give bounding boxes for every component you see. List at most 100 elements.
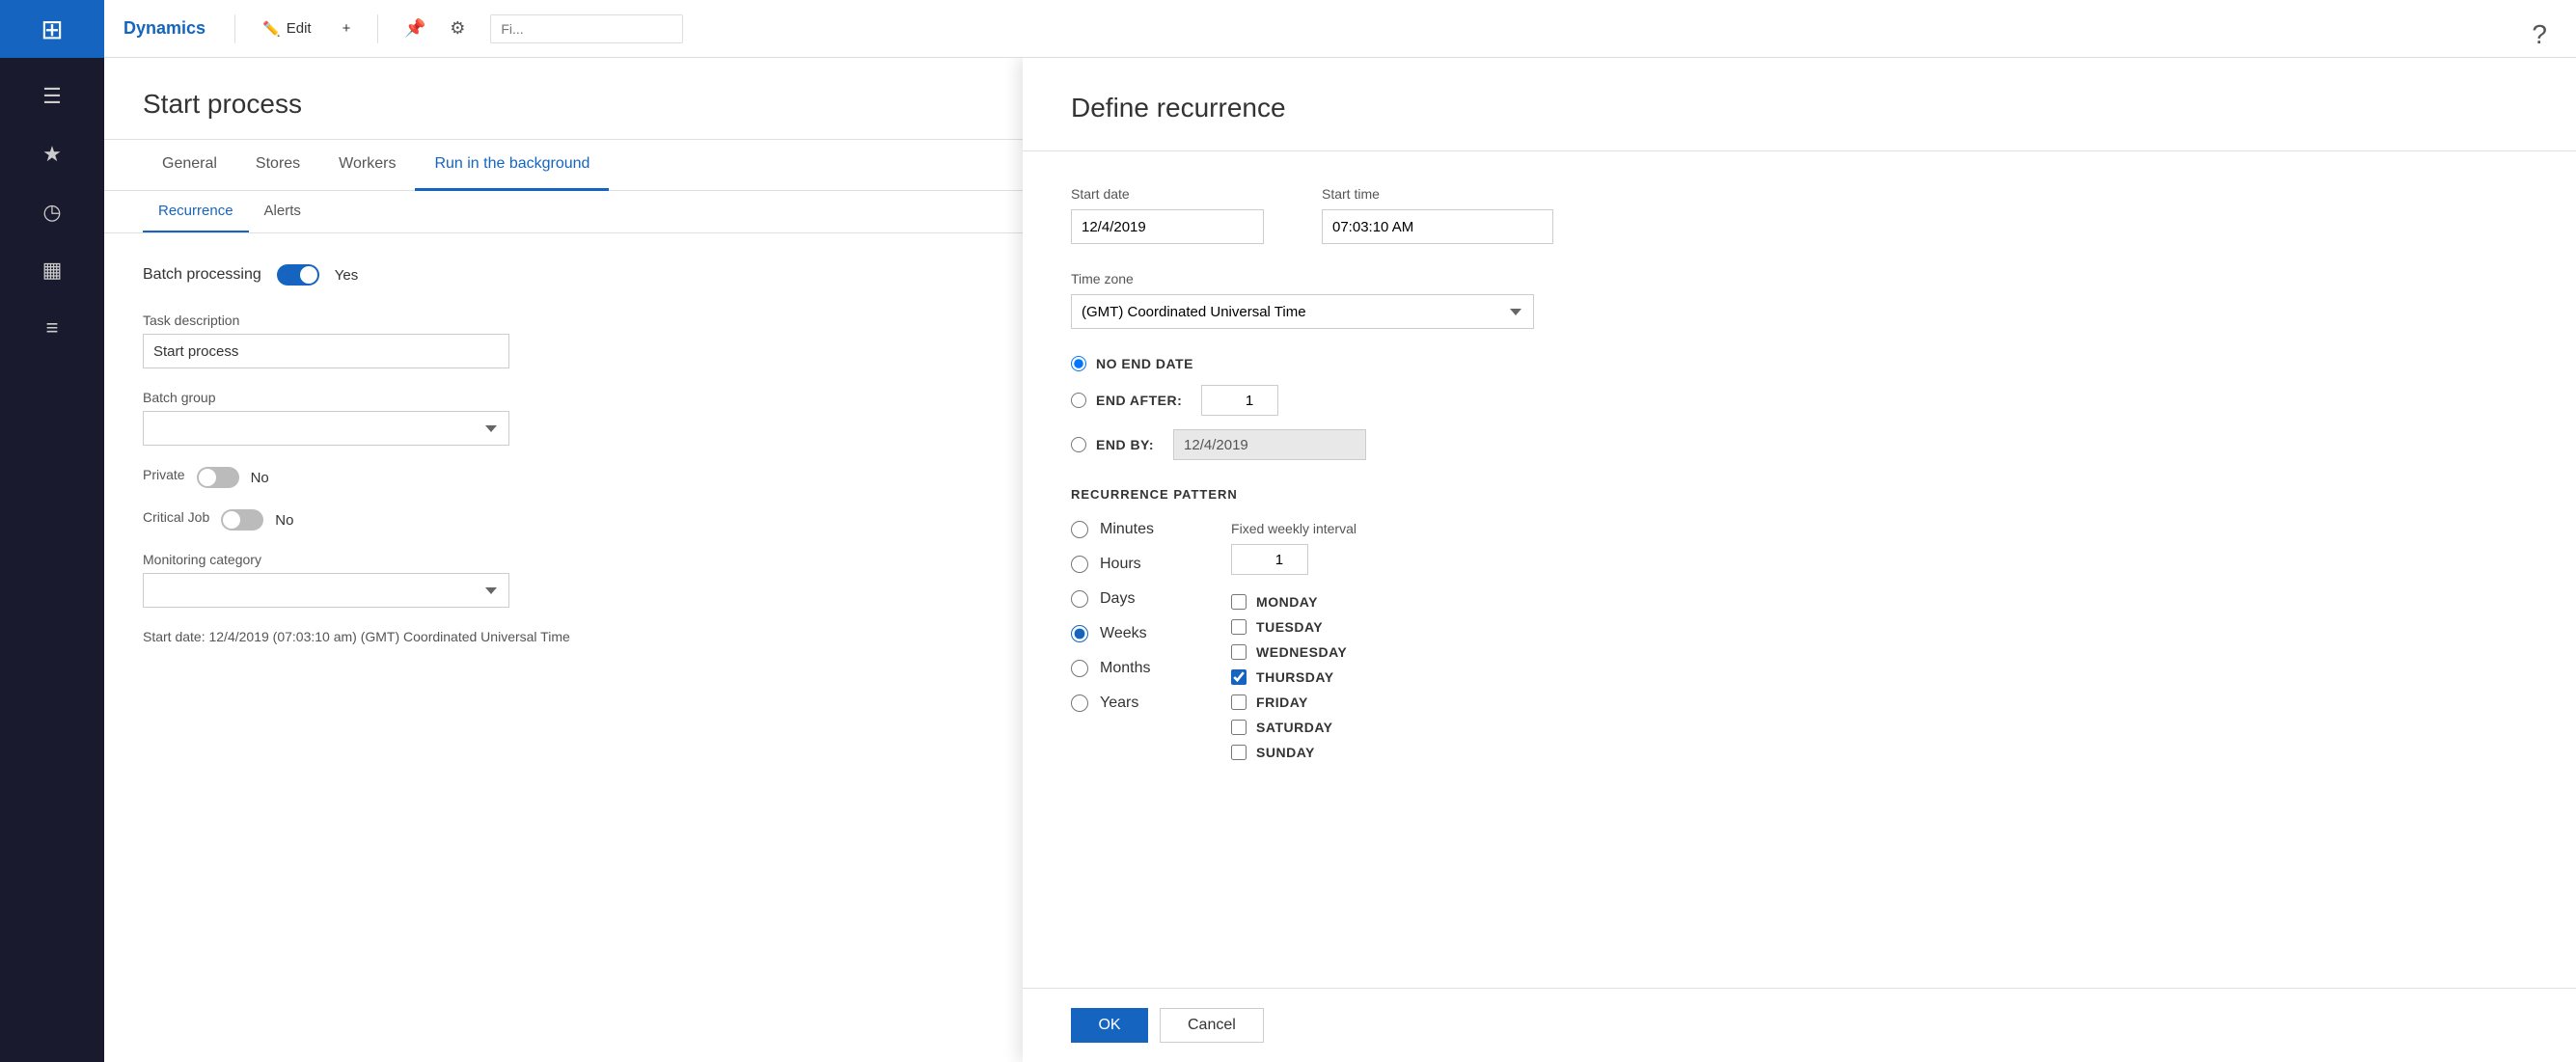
dynamics-label: Dynamics [123,18,206,39]
time-zone-select[interactable]: (GMT) Coordinated Universal Time [1071,294,1534,329]
day-saturday-text: SATURDAY [1256,720,1332,735]
tab-general[interactable]: General [143,140,236,191]
pattern-days-text: Days [1100,590,1135,608]
day-wednesday-label[interactable]: WEDNESDAY [1231,644,1357,660]
no-end-date-radio[interactable] [1071,356,1086,371]
day-thursday-label[interactable]: THURSDAY [1231,669,1357,685]
pattern-months-radio[interactable] [1071,660,1088,677]
end-by-radio[interactable] [1071,437,1086,452]
pattern-months-text: Months [1100,660,1150,677]
task-description-input[interactable] [143,334,509,368]
tab-workers[interactable]: Workers [319,140,415,191]
end-section: NO END DATE END AFTER: [1071,356,2528,460]
main-area: Dynamics ✏️ Edit + 📌 ⚙ ← 📌 Ho Prep [104,0,2576,1062]
day-sunday-label[interactable]: SUNDAY [1231,745,1357,760]
start-date-info: Start date: 12/4/2019 (07:03:10 am) (GMT… [143,629,1088,644]
edit-button[interactable]: ✏️ Edit [255,16,319,41]
day-monday-label[interactable]: MONDAY [1231,594,1357,610]
pattern-days-radio[interactable] [1071,590,1088,608]
start-time-field: Start time [1322,186,1553,244]
day-saturday-checkbox[interactable] [1231,720,1247,735]
sidebar-icon-favorites[interactable]: ★ [0,125,104,183]
monitoring-category-select[interactable] [143,573,509,608]
pattern-weeks-text: Weeks [1100,625,1147,642]
tab-stores[interactable]: Stores [236,140,319,191]
day-friday-checkbox[interactable] [1231,694,1247,710]
batch-processing-row: Batch processing Yes [143,264,1088,286]
tab-run-background[interactable]: Run in the background [415,140,609,191]
top-bar: Dynamics ✏️ Edit + 📌 ⚙ [104,0,2576,58]
start-time-input[interactable] [1322,209,1553,244]
pattern-hours-label[interactable]: Hours [1071,556,1154,573]
critical-job-label: Critical Job [143,509,209,525]
no-end-date-text: NO END DATE [1096,356,1193,371]
end-after-radio-label[interactable]: END AFTER: [1071,393,1182,408]
private-row: Private No [143,467,1088,488]
end-after-row: END AFTER: [1071,385,2528,416]
batch-processing-toggle[interactable] [277,264,319,286]
start-date-label: Start date [1071,186,1264,202]
day-thursday-checkbox[interactable] [1231,669,1247,685]
recurrence-footer: OK Cancel [1023,988,2576,1062]
start-process-title: Start process [104,58,1127,140]
pattern-years-radio[interactable] [1071,694,1088,712]
batch-processing-value: Yes [335,267,358,284]
sidebar-icon-modules[interactable]: ▦ [0,241,104,299]
pattern-minutes-radio[interactable] [1071,521,1088,538]
end-by-row: END BY: [1071,429,2528,460]
ok-button[interactable]: OK [1071,1008,1148,1043]
no-end-date-radio-label[interactable]: NO END DATE [1071,356,1193,371]
edit-label: Edit [287,20,312,37]
time-zone-row: Time zone (GMT) Coordinated Universal Ti… [1071,271,2528,329]
end-after-radio[interactable] [1071,393,1086,408]
sidebar-icon-recent[interactable]: ◷ [0,183,104,241]
end-after-input[interactable] [1201,385,1278,416]
subtab-alerts[interactable]: Alerts [249,191,316,232]
app-logo[interactable]: ⊞ [0,0,104,58]
pattern-hours-radio[interactable] [1071,556,1088,573]
sidebar-icon-home[interactable]: ☰ [0,68,104,125]
sidebar: ⊞ ☰ ★ ◷ ▦ ≡ [0,0,104,1062]
task-description-row: Task description [143,313,1088,368]
recurrence-title: Define recurrence [1023,58,2576,151]
pattern-years-label[interactable]: Years [1071,694,1154,712]
day-monday-text: MONDAY [1256,594,1318,610]
pattern-days-label[interactable]: Days [1071,590,1154,608]
pattern-weeks-radio[interactable] [1071,625,1088,642]
search-input[interactable] [490,14,683,43]
recurrence-pattern-section: RECURRENCE PATTERN Minutes Hours [1071,487,2528,770]
subtab-recurrence[interactable]: Recurrence [143,191,249,232]
help-icon[interactable]: ? [2532,19,2547,50]
content-area: ← 📌 Ho Prep Mo Gene Up Upda Start proces… [104,58,2576,1062]
recurrence-panel: Define recurrence Start date Start time [1023,58,2576,1062]
day-monday-checkbox[interactable] [1231,594,1247,610]
fixed-weekly-label: Fixed weekly interval [1231,521,1357,536]
pattern-title: RECURRENCE PATTERN [1071,487,2528,502]
start-date-input[interactable] [1071,209,1264,244]
private-value: No [251,470,269,486]
sidebar-icon-list[interactable]: ≡ [0,299,104,357]
dialog-tabs: General Stores Workers Run in the backgr… [104,140,1127,191]
day-tuesday-checkbox[interactable] [1231,619,1247,635]
pattern-weeks-label[interactable]: Weeks [1071,625,1154,642]
critical-job-toggle[interactable] [221,509,263,531]
day-tuesday-text: TUESDAY [1256,619,1323,635]
cancel-button[interactable]: Cancel [1160,1008,1264,1043]
end-by-input[interactable] [1173,429,1366,460]
day-tuesday-label[interactable]: TUESDAY [1231,619,1357,635]
sidebar-icon-list: ☰ ★ ◷ ▦ ≡ [0,58,104,357]
fixed-weekly-input[interactable] [1231,544,1308,575]
day-sunday-checkbox[interactable] [1231,745,1247,760]
filter-icon[interactable]: ⚙ [440,12,475,46]
day-saturday-label[interactable]: SATURDAY [1231,720,1357,735]
day-wednesday-checkbox[interactable] [1231,644,1247,660]
pattern-minutes-label[interactable]: Minutes [1071,521,1154,538]
private-toggle[interactable] [197,467,239,488]
recurrence-body: Start date Start time Time zone [1023,151,2576,988]
pin-icon[interactable]: 📌 [397,12,432,46]
batch-group-select[interactable] [143,411,509,446]
pattern-months-label[interactable]: Months [1071,660,1154,677]
end-by-radio-label[interactable]: END BY: [1071,437,1154,452]
day-friday-label[interactable]: FRIDAY [1231,694,1357,710]
new-button[interactable]: + [335,16,359,41]
